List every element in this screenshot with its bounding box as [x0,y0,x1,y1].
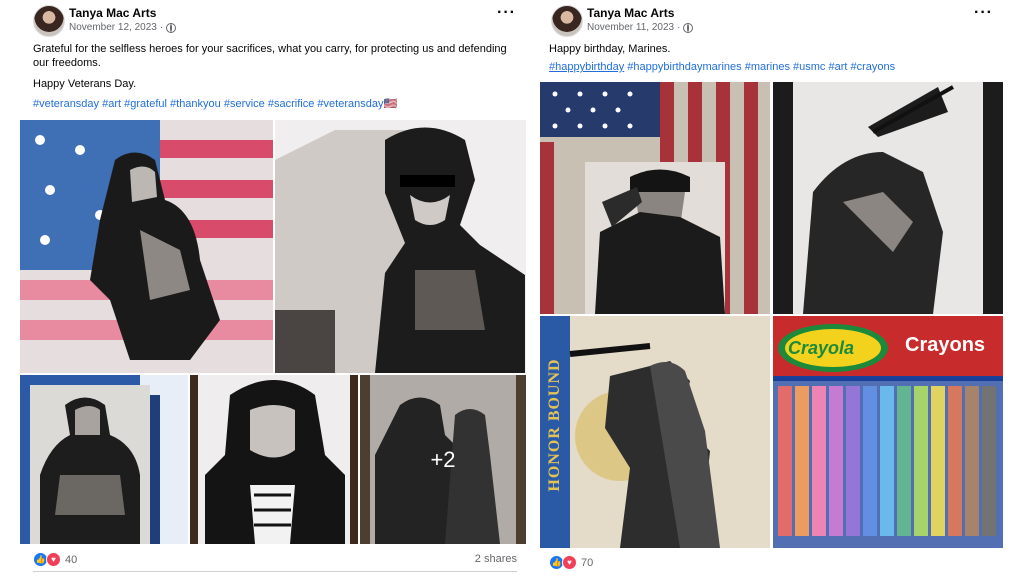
honor-bound-text: HONOR BOUND [546,358,563,492]
photo-soldier-sunglasses[interactable] [275,120,526,373]
reaction-summary[interactable]: 👍 ♥ 40 [33,552,77,567]
globe-icon [683,22,694,33]
reaction-summary[interactable]: 👍 ♥ 70 [549,555,593,570]
hashtag-link[interactable]: #happybirthdaymarines [627,61,741,73]
post-meta: November 12, 2023 · [69,22,177,33]
photo-soldier-flag[interactable] [20,120,273,373]
author-name[interactable]: Tanya Mac Arts [69,6,156,20]
globe-icon [166,22,177,33]
post-meta: November 11, 2023 · [587,22,694,33]
reaction-count: 70 [581,556,594,569]
hashtag-link[interactable]: #usmc [793,61,825,73]
divider [33,571,517,572]
photo-grid: +2 [20,120,526,544]
more-photos-count[interactable]: +2 [360,375,526,544]
hashtag-link[interactable]: #crayons [851,61,896,73]
crayons-text: Crayons [905,334,986,356]
photo-saluting-marine[interactable] [540,82,770,314]
hashtag-link[interactable]: #veteransday🇺🇸 [317,98,397,110]
hashtag-link[interactable]: #happybirthday [549,61,624,73]
post-caption-line2: Happy Veterans Day. [33,78,137,90]
author-name[interactable]: Tanya Mac Arts [587,6,674,20]
photo-flag-raising[interactable] [773,82,1003,314]
hashtag-link[interactable]: #marines [745,61,790,73]
love-reaction-icon: ♥ [46,552,61,567]
hashtags: #veteransday #art #grateful #thankyou #s… [33,97,523,111]
photo-grid: HONOR BOUND Crayola Crayons [540,82,1003,548]
more-options-button[interactable]: ··· [497,5,516,21]
hashtags: #happybirthday #happybirthdaymarines #ma… [549,60,999,74]
shares-count[interactable]: 2 shares [475,553,517,565]
hashtag-link[interactable]: #art [829,61,848,73]
more-options-button[interactable]: ··· [974,5,993,21]
photo-soldiers-more[interactable]: +2 [360,375,526,544]
author-avatar[interactable] [551,5,583,37]
reaction-count: 40 [65,553,78,566]
post-card: Tanya Mac Arts November 12, 2023 · ··· Gr… [20,0,526,576]
photo-crayola-box[interactable]: Crayola Crayons [773,316,1003,548]
photo-honor-bound[interactable]: HONOR BOUND [540,316,770,548]
hashtag-link[interactable]: #grateful [124,98,167,110]
hashtag-link[interactable]: #thankyou [170,98,221,110]
post-caption: Happy birthday, Marines. [549,43,671,55]
crayola-logo-text: Crayola [788,338,855,358]
love-reaction-icon: ♥ [562,555,577,570]
hashtag-link[interactable]: #veteransday [33,98,99,110]
photo-hoodie-portrait[interactable] [190,375,358,544]
post-caption: Grateful for the selfless heroes for you… [33,43,507,69]
photo-marine[interactable] [20,375,188,544]
hashtag-link[interactable]: #sacrifice [268,98,314,110]
hashtag-link[interactable]: #service [224,98,265,110]
author-avatar[interactable] [33,5,65,37]
hashtag-link[interactable]: #art [102,98,121,110]
post-date[interactable]: November 12, 2023 [69,22,157,33]
post-card: Tanya Mac Arts November 11, 2023 · ··· Ha… [538,0,1004,576]
post-date[interactable]: November 11, 2023 [587,22,674,33]
